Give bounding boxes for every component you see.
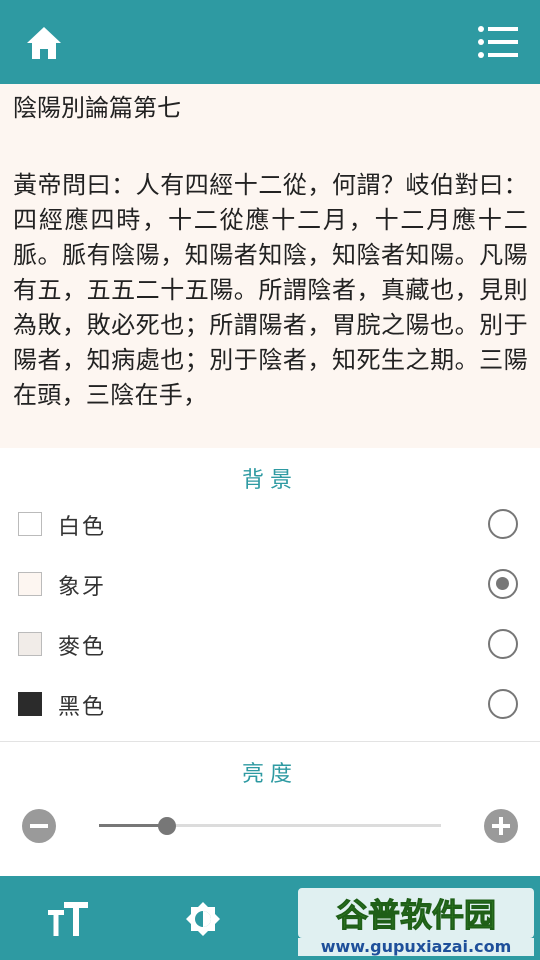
- increase-brightness-button[interactable]: [484, 809, 518, 843]
- radio-button[interactable]: [488, 629, 518, 659]
- color-swatch: [18, 632, 42, 656]
- brightness-slider[interactable]: [99, 817, 441, 835]
- brightness-control: [0, 803, 540, 849]
- background-option-black[interactable]: 黑色: [0, 674, 540, 734]
- radio-button[interactable]: [488, 569, 518, 599]
- svg-text:www.gupuxiazai.com: www.gupuxiazai.com: [321, 937, 512, 956]
- list-menu-icon[interactable]: [478, 24, 518, 60]
- top-app-bar: [0, 0, 540, 84]
- section-divider: [0, 741, 540, 742]
- home-icon[interactable]: [24, 24, 64, 62]
- option-label: 白色: [58, 515, 107, 540]
- background-option-white[interactable]: 白色: [0, 494, 540, 554]
- background-option-wheat[interactable]: 麥色: [0, 614, 540, 674]
- slider-fill: [99, 824, 168, 827]
- site-watermark-logo: 谷普软件园 www.gupuxiazai.com: [298, 888, 534, 956]
- option-label: 麥色: [58, 635, 107, 660]
- svg-text:谷普软件园: 谷普软件园: [336, 896, 496, 934]
- color-swatch: [18, 512, 42, 536]
- background-section-title: 背景: [241, 468, 298, 493]
- brightness-icon[interactable]: [186, 902, 220, 936]
- slider-thumb[interactable]: [158, 817, 177, 835]
- bottom-toolbar: 谷普软件园 www.gupuxiazai.com: [0, 876, 540, 960]
- radio-button[interactable]: [488, 509, 518, 539]
- background-option-ivory[interactable]: 象牙: [0, 554, 540, 614]
- decrease-brightness-button[interactable]: [22, 809, 56, 843]
- radio-button[interactable]: [488, 689, 518, 719]
- option-label: 黑色: [58, 695, 107, 720]
- reader-content[interactable]: 陰陽別論篇第七 黃帝問曰：人有四經十二從，何謂？岐伯對曰：四經應四時，十二從應十…: [0, 84, 540, 448]
- chapter-text: 黃帝問曰：人有四經十二從，何謂？岐伯對曰：四經應四時，十二從應十二月，十二月應十…: [13, 171, 528, 409]
- chapter-title: 陰陽別論篇第七: [13, 94, 181, 122]
- font-size-icon[interactable]: [46, 900, 90, 938]
- reading-settings-panel: 背景 白色 象牙 麥色 黑色 亮度: [0, 448, 540, 876]
- brightness-section-title: 亮度: [241, 762, 298, 787]
- color-swatch: [18, 572, 42, 596]
- option-label: 象牙: [58, 575, 107, 600]
- minus-icon: [30, 824, 48, 828]
- color-swatch: [18, 692, 42, 716]
